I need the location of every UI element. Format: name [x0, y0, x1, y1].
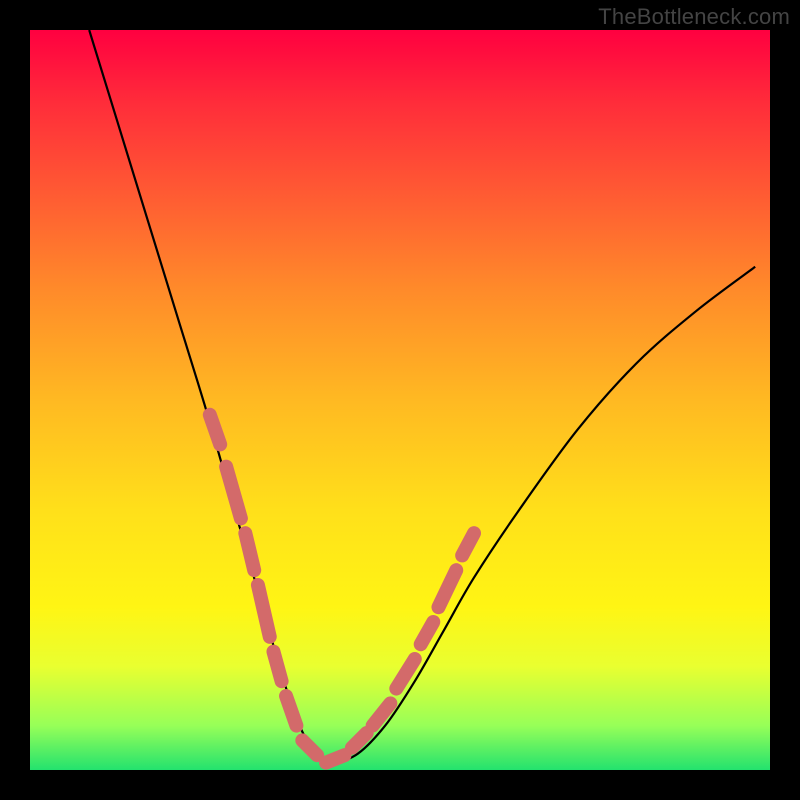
highlight-dashes-right: [326, 533, 474, 762]
highlight-dash: [226, 467, 241, 519]
bottleneck-curve: [89, 30, 755, 763]
highlight-dash: [438, 570, 456, 607]
highlight-dash: [421, 622, 434, 644]
highlight-dash: [462, 533, 474, 555]
highlight-dash: [245, 533, 254, 570]
highlight-dashes-left: [210, 415, 317, 755]
plot-area: [30, 30, 770, 770]
chart-frame: TheBottleneck.com: [0, 0, 800, 800]
highlight-dash: [286, 696, 296, 726]
highlight-dash: [210, 415, 220, 445]
highlight-dash: [326, 755, 345, 762]
highlight-dash: [273, 652, 281, 682]
highlight-dash: [302, 740, 317, 755]
highlight-dash: [352, 733, 367, 748]
credit-watermark: TheBottleneck.com: [598, 4, 790, 30]
highlight-dash: [258, 585, 270, 637]
curve-svg: [30, 30, 770, 770]
